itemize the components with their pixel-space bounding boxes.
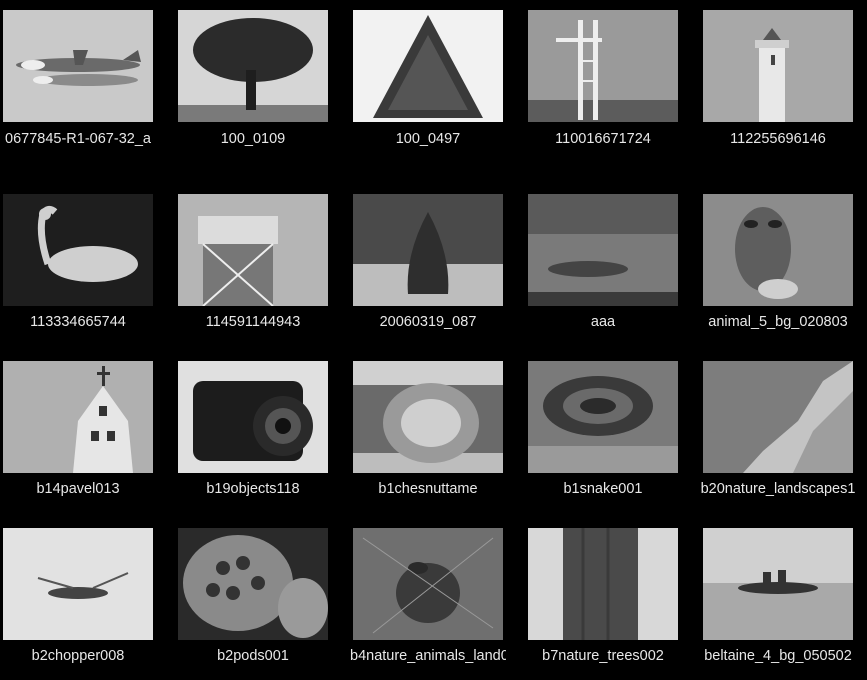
swan-icon	[3, 194, 153, 306]
snake-thumbnail[interactable]	[528, 361, 678, 473]
island-icon	[703, 528, 853, 640]
swan-thumbnail[interactable]	[3, 194, 153, 306]
owl-thumbnail[interactable]	[703, 194, 853, 306]
item-name: 20060319_087	[379, 314, 477, 330]
camera-thumbnail[interactable]	[178, 361, 328, 473]
helicopter-thumbnail[interactable]	[3, 528, 153, 640]
item-name: 114591144943	[205, 314, 301, 330]
item-name: 110016671724	[555, 131, 651, 147]
item-name: b14pavel013	[36, 481, 120, 497]
cliff-icon	[703, 361, 853, 473]
tower-icon	[528, 10, 678, 122]
camera-icon	[178, 361, 328, 473]
chestnut-burr-icon	[353, 361, 503, 473]
item-name: 100_0109	[220, 131, 286, 147]
airplanes-icon	[3, 10, 153, 122]
water-tower-thumbnail[interactable]	[178, 194, 328, 306]
pine-tree-thumbnail[interactable]	[353, 10, 503, 122]
item-name: animal_5_bg_020803	[708, 314, 848, 330]
item-name: beltaine_4_bg_050502	[704, 648, 852, 664]
item-name: 112255696146	[730, 131, 826, 147]
chestnut-burr-thumbnail[interactable]	[353, 361, 503, 473]
item-name: 0677845-R1-067-32_a	[5, 131, 151, 147]
stone-cairn-thumbnail[interactable]	[353, 194, 503, 306]
tower-thumbnail[interactable]	[528, 10, 678, 122]
snake-icon	[528, 361, 678, 473]
item-name: b4nature_animals_land0	[350, 648, 506, 664]
tree-trunk-icon	[528, 528, 678, 640]
lotus-pod-thumbnail[interactable]	[178, 528, 328, 640]
item-name: b2pods001	[217, 648, 289, 664]
image-gallery-grid: 0677845-R1-067-32_a 100_0109 100_0497 11…	[0, 0, 867, 680]
cloudy-sky-icon	[528, 194, 678, 306]
lighthouse-icon	[703, 10, 853, 122]
bell-tower-thumbnail[interactable]	[3, 361, 153, 473]
item-name: 100_0497	[395, 131, 461, 147]
item-name: b1chesnuttame	[378, 481, 478, 497]
item-name: 113334665744	[30, 314, 126, 330]
owl-icon	[703, 194, 853, 306]
lighthouse-thumbnail[interactable]	[703, 10, 853, 122]
pine-tree-icon	[353, 10, 503, 122]
tree-trunk-thumbnail[interactable]	[528, 528, 678, 640]
frog-thumbnail[interactable]	[353, 528, 503, 640]
tree-icon	[178, 10, 328, 122]
bell-tower-icon	[3, 361, 153, 473]
item-name: b2chopper008	[31, 648, 125, 664]
tree-thumbnail[interactable]	[178, 10, 328, 122]
item-name: b1snake001	[563, 481, 643, 497]
stone-cairn-icon	[353, 194, 503, 306]
helicopter-icon	[3, 528, 153, 640]
frog-icon	[353, 528, 503, 640]
island-thumbnail[interactable]	[703, 528, 853, 640]
cliff-thumbnail[interactable]	[703, 361, 853, 473]
airplanes-thumbnail[interactable]	[3, 10, 153, 122]
cloudy-sky-thumbnail[interactable]	[528, 194, 678, 306]
water-tower-icon	[178, 194, 328, 306]
item-name: b19objects118	[206, 481, 300, 497]
lotus-pod-icon	[178, 528, 328, 640]
item-name: aaa	[590, 314, 616, 330]
item-name: b7nature_trees002	[542, 648, 664, 664]
item-name: b20nature_landscapes1	[700, 481, 856, 497]
